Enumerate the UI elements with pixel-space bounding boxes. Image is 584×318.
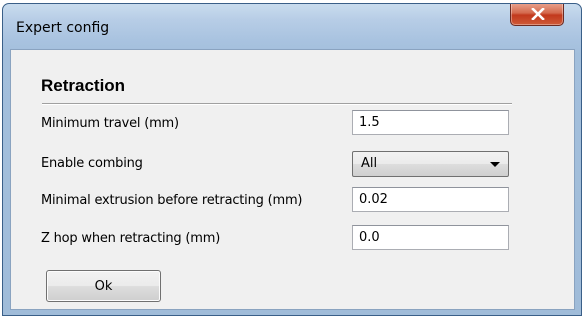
section-divider: [42, 103, 512, 105]
ok-button[interactable]: Ok: [46, 270, 161, 302]
minimum-travel-input[interactable]: [352, 110, 509, 135]
close-icon: [531, 8, 545, 20]
minimal-extrusion-label: Minimal extrusion before retracting (mm): [41, 193, 303, 208]
enable-combing-select[interactable]: All: [352, 151, 509, 177]
enable-combing-label: Enable combing: [41, 156, 143, 171]
z-hop-label: Z hop when retracting (mm): [41, 231, 221, 246]
minimal-extrusion-input[interactable]: [352, 187, 509, 212]
section-title-retraction: Retraction: [41, 76, 126, 95]
close-button[interactable]: [510, 4, 564, 26]
window-title: Expert config: [16, 20, 110, 36]
expert-config-window: Expert config Retraction Minimum travel …: [2, 3, 582, 316]
minimum-travel-label: Minimum travel (mm): [41, 116, 179, 131]
chevron-down-icon: [490, 162, 500, 167]
enable-combing-value: All: [361, 156, 378, 171]
z-hop-input[interactable]: [352, 225, 509, 250]
dialog-content: Retraction Minimum travel (mm) Enable co…: [10, 49, 575, 310]
title-bar[interactable]: Expert config: [3, 4, 581, 50]
